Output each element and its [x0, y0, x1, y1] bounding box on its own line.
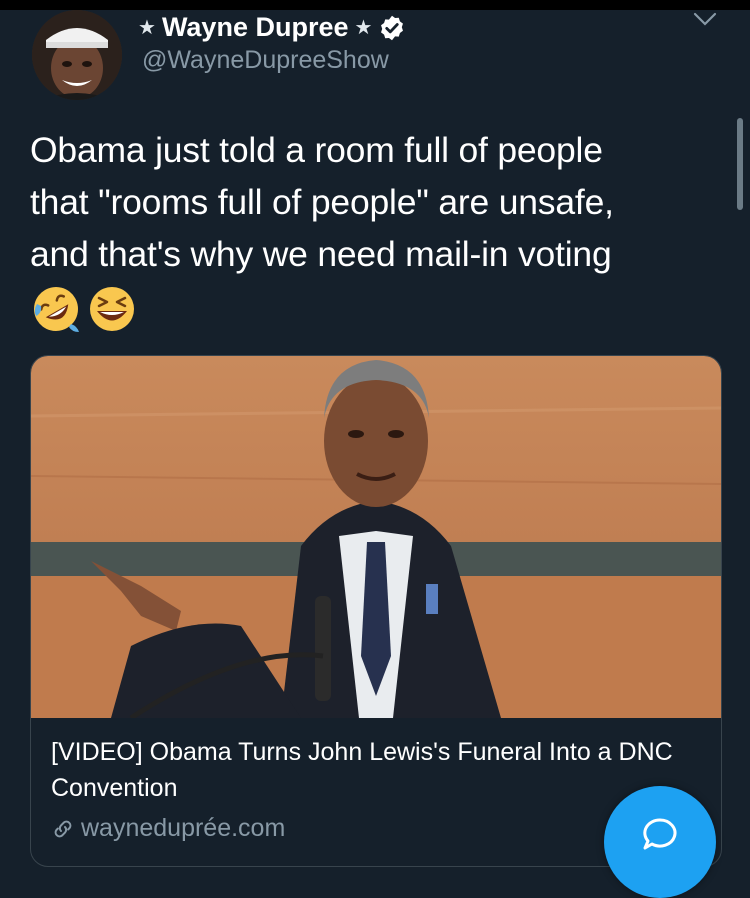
- author-name-row[interactable]: ★ Wayne Dupree ★: [138, 12, 406, 43]
- chevron-down-icon[interactable]: [690, 8, 720, 32]
- avatar[interactable]: [32, 10, 122, 100]
- scrollbar[interactable]: [737, 118, 743, 210]
- emoji-row: [31, 284, 137, 334]
- grinning-squinting-face-emoji: [90, 287, 134, 331]
- author-handle[interactable]: @WayneDupreeShow: [142, 46, 389, 75]
- compose-reply-icon: [643, 818, 677, 850]
- status-bar-strip: [0, 0, 750, 10]
- card-link[interactable]: wayneduprée.com: [51, 814, 285, 843]
- rolling-on-floor-laughing-emoji: [34, 287, 79, 332]
- compose-button[interactable]: [604, 786, 716, 898]
- link-preview-card[interactable]: [VIDEO] Obama Turns John Lewis's Funeral…: [30, 355, 722, 867]
- tweet-text: Obama just told a room full of people th…: [30, 130, 614, 274]
- avatar-photo: [32, 10, 122, 100]
- card-domain[interactable]: wayneduprée.com: [81, 814, 285, 843]
- card-image[interactable]: [31, 356, 721, 718]
- star-right: ★: [354, 17, 373, 39]
- card-title[interactable]: [VIDEO] Obama Turns John Lewis's Funeral…: [51, 734, 711, 806]
- star-left: ★: [138, 17, 156, 39]
- author-name[interactable]: Wayne Dupree: [162, 12, 349, 43]
- link-icon: [54, 820, 72, 837]
- verified-badge-icon: [381, 15, 404, 40]
